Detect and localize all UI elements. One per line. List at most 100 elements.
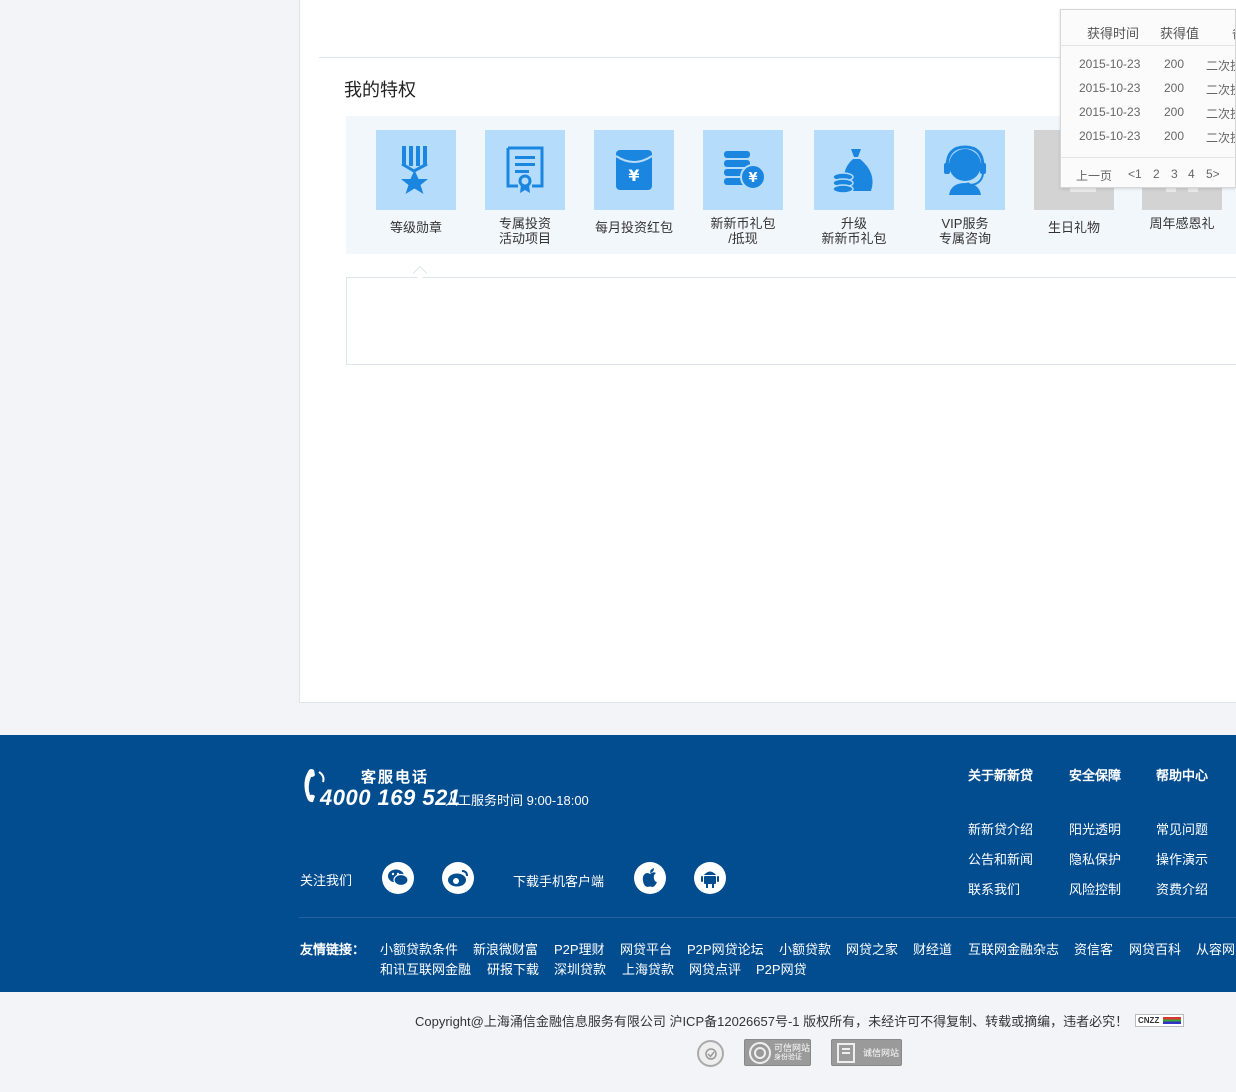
footer-col-security-title[interactable]: 安全保障 [1069, 765, 1121, 784]
row-date: 2015-10-23 [1079, 105, 1141, 119]
footer-link[interactable]: 公告和新闻 [968, 849, 1033, 868]
footer-col-help-title[interactable]: 帮助中心 [1156, 765, 1208, 784]
row-note: 二次投 [1206, 59, 1235, 73]
privilege-item-upgrade-coin-package[interactable]: 升级 新新币礼包 [814, 130, 894, 246]
label-line2: 活动项目 [498, 231, 551, 246]
footer-link[interactable]: 新新贷介绍 [968, 819, 1033, 838]
footer-link[interactable]: 常见问题 [1156, 819, 1208, 838]
trust-seal-icon[interactable] [697, 1040, 724, 1067]
friend-link[interactable]: 网贷之家 [846, 939, 898, 958]
site-footer: 客服电话 4000 169 521 人工服务时间 9:00-18:00 关注我们… [0, 735, 1236, 992]
service-hours: 人工服务时间 9:00-18:00 [445, 793, 589, 808]
friend-link[interactable]: 资信客 [1074, 939, 1113, 958]
row-value: 200 [1164, 81, 1185, 95]
friend-link[interactable]: 小额贷款条件 [380, 939, 458, 958]
friend-link[interactable]: 和讯互联网金融 [380, 959, 471, 978]
headset-icon [925, 130, 1005, 210]
label-line1: VIP服务 [941, 216, 989, 231]
footer-link[interactable]: 风险控制 [1069, 879, 1121, 898]
privilege-item-medal[interactable]: 等级勋章 [376, 130, 456, 235]
friend-link[interactable]: 研报下载 [487, 959, 539, 978]
trusted-website-badge[interactable]: 可信网站 身份验证 [744, 1039, 811, 1066]
pager-page-1[interactable]: <1 [1128, 167, 1142, 181]
trusted-seal-icon [749, 1041, 771, 1064]
label-line2: 新新币礼包 [821, 231, 887, 246]
cnzz-badge-text: CNZZ [1138, 1016, 1160, 1025]
friend-link[interactable]: 互联网金融杂志 [968, 939, 1059, 958]
privilege-item-monthly-red-packet[interactable]: ¥ 每月投资红包 [594, 130, 674, 235]
footer-col-about-title[interactable]: 关于新新贷 [968, 765, 1033, 784]
friend-link[interactable]: 财经道 [913, 939, 952, 958]
friend-link[interactable]: 新浪微财富 [473, 939, 538, 958]
privilege-label: 新新币礼包/抵现 [703, 216, 783, 246]
label-line1: 升级 [840, 216, 867, 231]
friend-link[interactable]: 网贷平台 [620, 939, 672, 958]
pager-page-2[interactable]: 2 [1153, 167, 1160, 181]
privileges-title: 我的特权 [344, 80, 416, 100]
footer-link[interactable]: 操作演示 [1156, 849, 1208, 868]
privilege-label: 等级勋章 [389, 220, 442, 235]
pager-page-5[interactable]: 5> [1206, 167, 1220, 181]
privilege-label: 每月投资红包 [594, 220, 673, 235]
integrity-website-badge[interactable]: 诚信网站 [831, 1039, 902, 1066]
label-line1: 专属投资 [498, 216, 551, 231]
row-note: 二次投 [1206, 107, 1235, 121]
friend-link[interactable]: P2P网贷论坛 [687, 939, 764, 958]
privilege-label: 升级 新新币礼包 [814, 216, 894, 246]
svg-text:¥: ¥ [748, 171, 757, 186]
friend-link[interactable]: 小额贷款 [779, 939, 831, 958]
privilege-detail-panel [346, 277, 1236, 365]
integrity-seal-icon [837, 1042, 855, 1063]
medal-icon [376, 130, 456, 210]
row-date: 2015-10-23 [1079, 57, 1141, 71]
header-value: 获得值 [1160, 26, 1200, 41]
points-history-popup: 获得时间 获得值 备 2015-10-23 200 二次投 2015-10-23… [1060, 9, 1236, 188]
red-envelope-icon: ¥ [594, 130, 674, 210]
privilege-label: 专属投资 活动项目 [485, 216, 565, 246]
wechat-icon[interactable] [382, 862, 414, 894]
footer-link[interactable]: 联系我们 [968, 879, 1020, 898]
pager-page-4[interactable]: 4 [1188, 167, 1195, 181]
money-bag-icon [814, 130, 894, 210]
privilege-item-coin-package[interactable]: ¥ 新新币礼包/抵现 [703, 130, 783, 246]
row-value: 200 [1164, 105, 1185, 119]
label-line2: /抵现 [728, 231, 758, 246]
privilege-label: 生日礼物 [1047, 220, 1100, 235]
footer-link[interactable]: 隐私保护 [1069, 849, 1121, 868]
trusted-label: 可信网站 [774, 1042, 811, 1053]
follow-us-label: 关注我们 [300, 873, 353, 888]
friend-link[interactable]: 深圳贷款 [554, 959, 606, 978]
weibo-icon[interactable] [442, 862, 474, 894]
cnzz-badge[interactable]: CNZZ [1135, 1014, 1184, 1027]
friend-link[interactable]: P2P网贷 [756, 959, 807, 978]
header-date: 获得时间 [1087, 26, 1140, 41]
footer-link[interactable]: 阳光透明 [1069, 819, 1121, 838]
row-date: 2015-10-23 [1079, 81, 1141, 95]
friend-link[interactable]: 上海贷款 [622, 959, 674, 978]
friend-links-label: 友情链接： [300, 942, 366, 957]
footer-divider [299, 917, 1236, 918]
friend-link[interactable]: P2P理财 [554, 939, 605, 958]
privilege-item-exclusive-investment[interactable]: 专属投资 活动项目 [485, 130, 565, 246]
friend-link[interactable]: 从容网 [1196, 939, 1236, 958]
friend-link[interactable]: 网贷点评 [689, 959, 741, 978]
row-note: 二次投 [1206, 83, 1235, 97]
android-icon[interactable] [694, 862, 726, 894]
privilege-label: 周年感恩礼 [1149, 216, 1215, 231]
pager-prev[interactable]: 上一页 [1076, 167, 1112, 184]
coins-icon: ¥ [703, 130, 783, 210]
row-note: 二次投 [1206, 131, 1235, 145]
privilege-item-vip-service[interactable]: VIP服务 专属咨询 [925, 130, 1005, 246]
certificate-icon [485, 130, 565, 210]
row-value: 200 [1164, 57, 1185, 71]
apple-icon[interactable] [634, 862, 666, 894]
privilege-label: VIP服务 专属咨询 [925, 216, 1005, 246]
hotline-number: 4000 169 521 [320, 785, 461, 810]
friend-link[interactable]: 网贷百科 [1129, 939, 1181, 958]
pagination: 上一页 <1 2 3 4 5> [1061, 157, 1235, 187]
popup-header-row: 获得时间 获得值 备 [1061, 10, 1235, 46]
pager-page-3[interactable]: 3 [1171, 167, 1178, 181]
footer-link[interactable]: 资费介绍 [1156, 879, 1208, 898]
trusted-sublabel: 身份验证 [774, 1053, 802, 1061]
label-line2: 专属咨询 [938, 231, 991, 246]
